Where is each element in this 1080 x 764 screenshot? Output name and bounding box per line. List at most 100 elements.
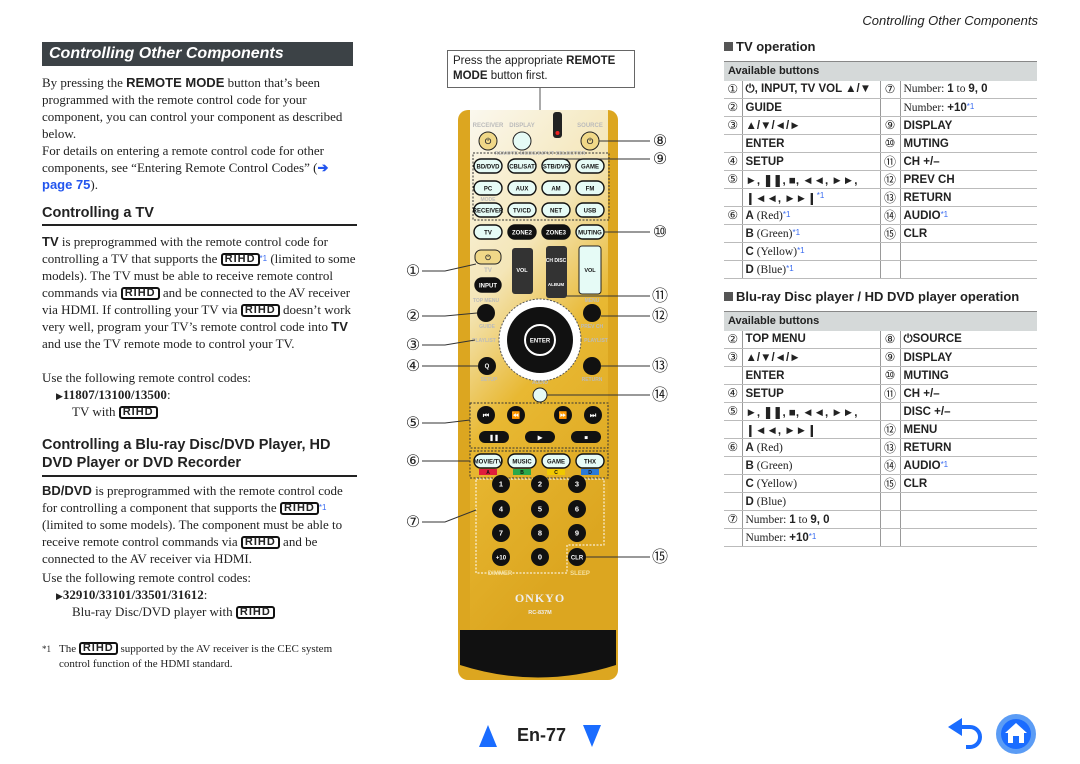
back-icon[interactable] bbox=[946, 717, 986, 753]
number-label: 2 bbox=[538, 480, 542, 489]
audio-label: AUDIO bbox=[532, 380, 548, 386]
callout-number bbox=[724, 366, 743, 385]
callout-number bbox=[880, 510, 901, 529]
button-description: RETURN bbox=[900, 438, 1037, 457]
button-description: RETURN bbox=[900, 188, 1037, 207]
callout-number bbox=[724, 420, 743, 439]
mode-button-label: GAME bbox=[547, 460, 565, 466]
setup-label: SETUP bbox=[481, 377, 498, 383]
callout-number: ⑦ bbox=[724, 510, 743, 529]
callout-number bbox=[724, 242, 743, 261]
callout-number-left: ⑦ bbox=[406, 514, 420, 531]
table-row: ③ ▲/▼/◄/► ⑨ DISPLAY bbox=[724, 116, 1037, 135]
transport-icon: ⏭ bbox=[590, 413, 597, 420]
button-description: AUDIO*1 bbox=[900, 206, 1037, 225]
callout-number-right: ⑨ bbox=[653, 151, 667, 168]
button-description: ▲/▼/◄/► bbox=[742, 348, 881, 367]
transport-icon: ❚❚ bbox=[489, 435, 499, 442]
power-icon: ⏻ bbox=[485, 254, 491, 262]
prev-page-icon[interactable] bbox=[478, 724, 498, 748]
callout-number bbox=[724, 188, 743, 207]
table-row: ② TOP MENU ⑧ ⏻SOURCE bbox=[724, 330, 1037, 349]
button-description bbox=[900, 242, 1037, 261]
callout-number: ⑩ bbox=[880, 134, 901, 153]
button-description: PREV CH bbox=[900, 170, 1037, 189]
table-row: ❙◄◄, ►►❙ ⑫ MENU bbox=[724, 420, 1037, 439]
callout-number bbox=[880, 98, 901, 117]
button-description: MUTING bbox=[900, 134, 1037, 153]
button-description: GUIDE bbox=[742, 98, 881, 117]
guide-label: GUIDE bbox=[479, 324, 496, 330]
callout-number: ⑬ bbox=[880, 438, 901, 457]
button-description: ►, ❚❚, ■, ◄◄, ►►, bbox=[742, 402, 881, 421]
button-description: ❙◄◄, ►►❙ bbox=[742, 420, 881, 439]
menu-label: MENU bbox=[585, 298, 600, 304]
top-menu-label: TOP MENU bbox=[473, 298, 500, 304]
tv-input-button-label: INPUT bbox=[479, 284, 497, 290]
callout-number-left: ② bbox=[406, 308, 420, 325]
tv-buttons-table: Available buttons ① ⏻, INPUT, TV VOL ▲/▼ ⑦ N… bbox=[724, 61, 1037, 279]
transport-icon: ⏩ bbox=[559, 411, 568, 420]
number-label: 0 bbox=[538, 553, 542, 562]
button-description: C (Yellow)*1 bbox=[742, 242, 881, 261]
remote-bottom bbox=[460, 630, 616, 678]
mode-button-label: MOVIE/TV bbox=[474, 460, 503, 466]
table-row: Number: +10*1 bbox=[724, 528, 1037, 547]
mode-button-label: THX bbox=[584, 460, 596, 466]
number-label: 1 bbox=[499, 480, 503, 489]
callout-number bbox=[724, 474, 743, 493]
input-button-label: TV bbox=[484, 231, 492, 237]
callout-number: ⑧ bbox=[880, 330, 901, 349]
dimmer-label: DIMMER bbox=[488, 571, 513, 577]
table-row: ④ SETUP ⑪ CH +/– bbox=[724, 384, 1037, 403]
input-button-label: GAME bbox=[581, 165, 599, 171]
button-description bbox=[900, 528, 1037, 547]
callout-number-left: ④ bbox=[406, 358, 420, 375]
callout-number: ④ bbox=[724, 152, 743, 171]
callout-number: ⑨ bbox=[880, 116, 901, 135]
button-description: Number: +10*1 bbox=[900, 98, 1037, 117]
callout-number-right: ⑧ bbox=[653, 133, 667, 150]
button-description: DISPLAY bbox=[900, 116, 1037, 135]
callout-number: ③ bbox=[724, 348, 743, 367]
callout-number-right: ⑩ bbox=[653, 224, 667, 241]
button-description bbox=[900, 492, 1037, 511]
number-label: 3 bbox=[575, 480, 579, 489]
display-button[interactable] bbox=[512, 131, 532, 151]
button-description: SETUP bbox=[742, 152, 881, 171]
mode-button-label: MUSIC bbox=[512, 460, 532, 466]
display-label: DISPLAY bbox=[509, 123, 534, 129]
audio-button[interactable] bbox=[532, 387, 548, 403]
number-label: CLR bbox=[571, 556, 584, 562]
callout-number bbox=[724, 260, 743, 279]
nav-button[interactable] bbox=[583, 304, 601, 322]
callout-number: ④ bbox=[724, 384, 743, 403]
input-button-label: AM bbox=[551, 187, 560, 193]
table-row: ⑤ ►, ❚❚, ■, ◄◄, ►►, DISC +/– bbox=[724, 402, 1037, 421]
color-key-label: A bbox=[486, 470, 490, 476]
ch-rocker[interactable] bbox=[546, 246, 567, 298]
nav-button[interactable] bbox=[477, 304, 495, 322]
next-page-icon[interactable] bbox=[582, 724, 602, 748]
button-description bbox=[900, 510, 1037, 529]
nav-button[interactable] bbox=[583, 357, 601, 375]
home-icon[interactable] bbox=[995, 713, 1037, 755]
button-description bbox=[900, 260, 1037, 279]
transport-icon: ⏪ bbox=[512, 411, 521, 420]
input-button-label: BD/DVD bbox=[476, 165, 500, 171]
number-label: 9 bbox=[575, 529, 579, 538]
input-button-label: FM bbox=[586, 187, 595, 193]
number-label: +10 bbox=[496, 556, 507, 562]
callout-number bbox=[724, 456, 743, 475]
model-number: RC-837M bbox=[528, 610, 552, 616]
brand-logo: ONKYO bbox=[515, 591, 565, 605]
callout-number bbox=[880, 242, 901, 261]
table-row: ③ ▲/▼/◄/► ⑨ DISPLAY bbox=[724, 348, 1037, 367]
q-label: Q bbox=[485, 364, 490, 370]
callout-number bbox=[880, 260, 901, 279]
button-description: MUTING bbox=[900, 366, 1037, 385]
callout-number: ⑫ bbox=[880, 170, 901, 189]
receiver-label: RECEIVER bbox=[473, 123, 504, 129]
table-row: ENTER ⑩ MUTING bbox=[724, 366, 1037, 385]
input-button-label: PC bbox=[484, 187, 493, 193]
